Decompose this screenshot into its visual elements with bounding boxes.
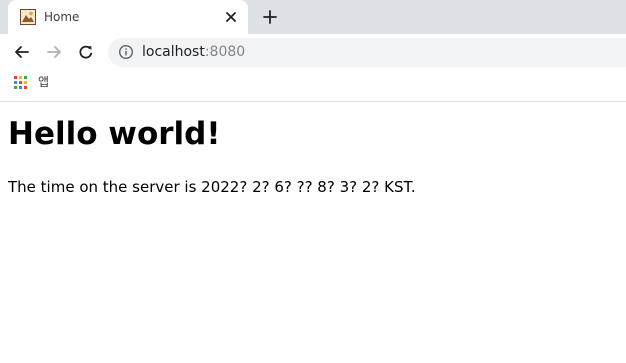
tab-strip: Home — [0, 0, 626, 34]
favicon-icon — [20, 9, 36, 25]
back-arrow-icon[interactable] — [13, 43, 31, 61]
url-host: localhost — [142, 44, 205, 60]
apps-bookmark-label[interactable]: 앱 — [38, 74, 49, 90]
info-icon[interactable] — [118, 44, 134, 60]
address-bar[interactable]: localhost:8080 — [108, 38, 626, 67]
tab-home[interactable]: Home — [8, 0, 248, 34]
server-time-text: The time on the server is 2022? 2? 6? ??… — [8, 178, 416, 196]
toolbar: localhost:8080 — [0, 34, 626, 70]
new-tab-icon[interactable] — [261, 8, 279, 26]
page-content: Hello world! The time on the server is 2… — [0, 103, 626, 363]
page-heading: Hello world! — [8, 116, 221, 152]
url-text[interactable]: localhost:8080 — [142, 43, 245, 62]
bookmarks-bar: 앱 — [0, 70, 626, 102]
apps-grid-icon[interactable] — [14, 76, 28, 90]
close-icon[interactable] — [222, 8, 240, 26]
tab-title: Home — [44, 10, 80, 24]
url-port: :8080 — [204, 44, 246, 60]
forward-arrow-icon[interactable] — [45, 43, 63, 61]
reload-icon[interactable] — [77, 43, 95, 61]
